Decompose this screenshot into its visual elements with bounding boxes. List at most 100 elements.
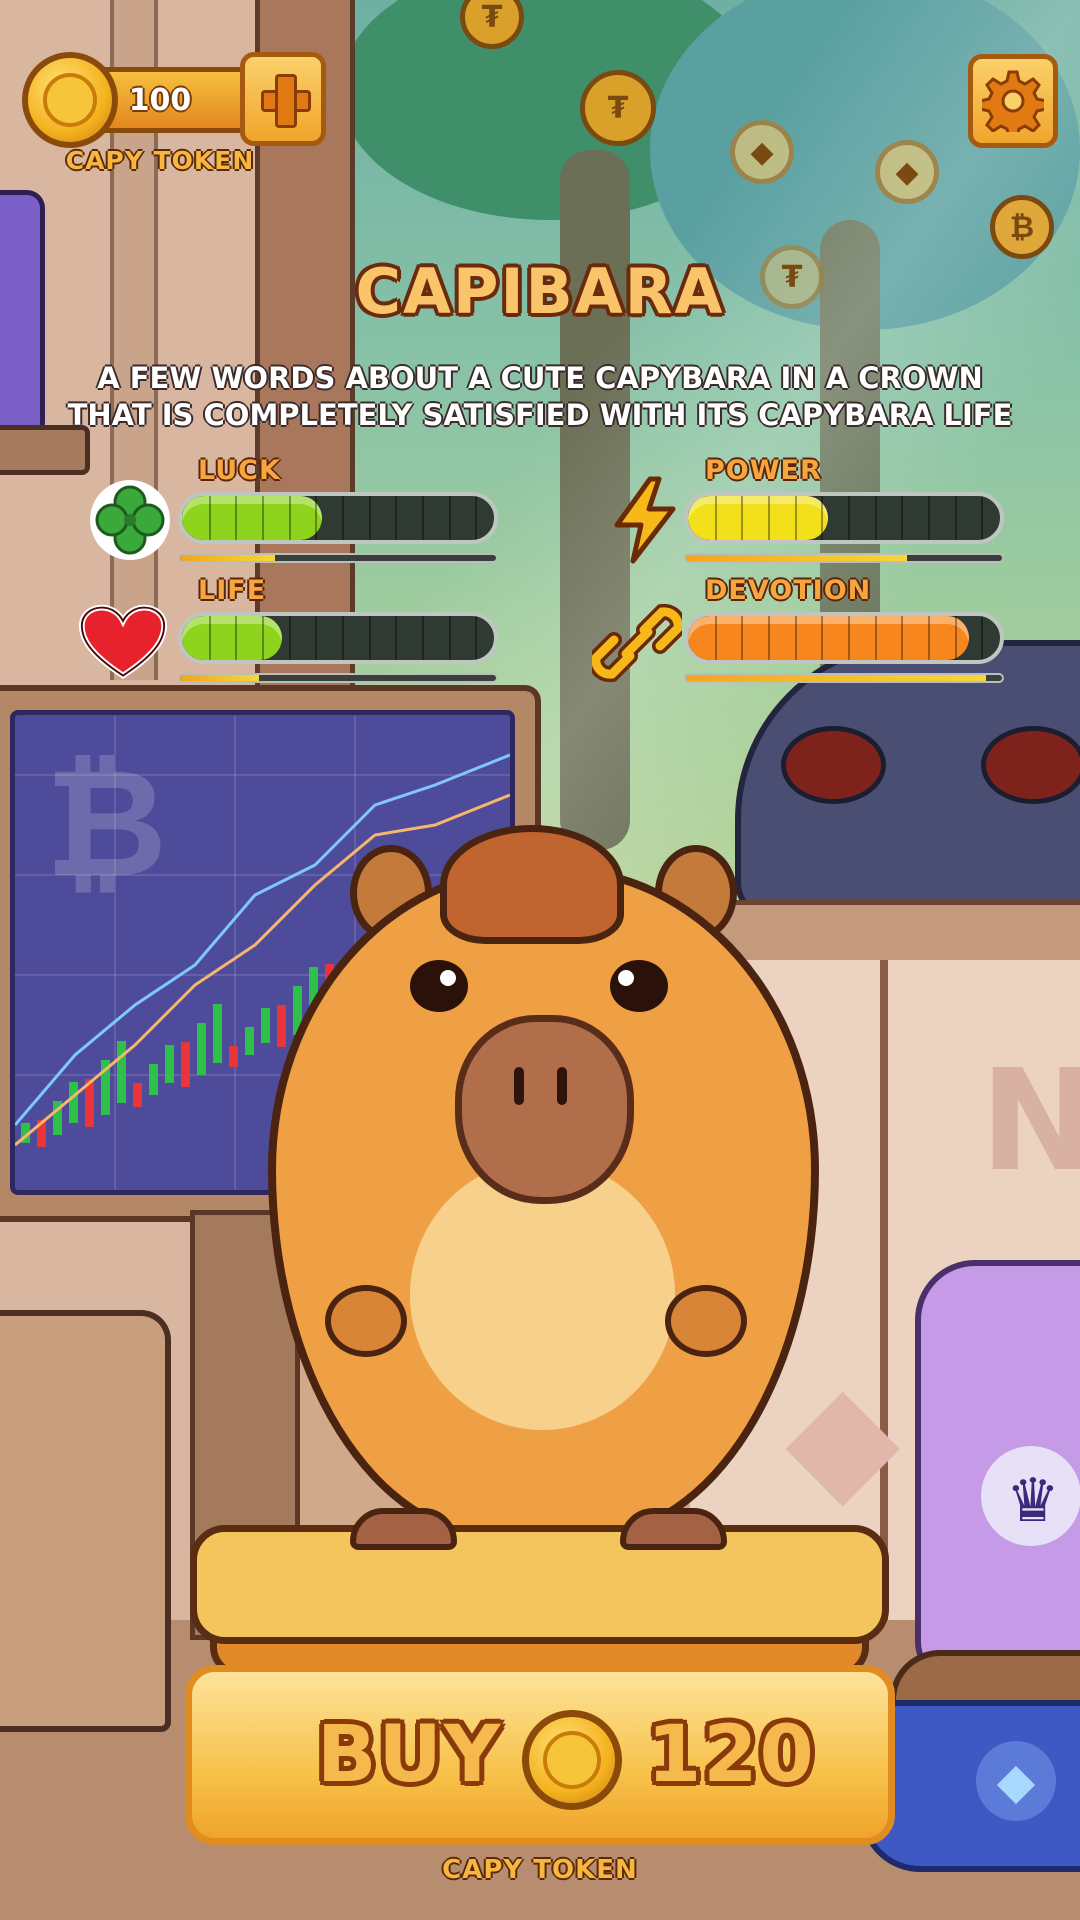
bar-segment	[928, 616, 930, 660]
capybara-foot	[350, 1508, 457, 1550]
candlestick	[69, 1082, 78, 1123]
capybara-eye	[610, 960, 668, 1012]
bar-segment	[901, 616, 904, 660]
bar-segment	[714, 496, 717, 540]
life-bar	[178, 612, 498, 664]
capybara-snout	[455, 1015, 634, 1204]
candlestick	[245, 1027, 254, 1055]
candlestick	[165, 1045, 174, 1083]
life-sub-bar	[178, 673, 498, 683]
heart-icon	[78, 598, 168, 688]
luck-sub-bar	[178, 553, 498, 563]
bar-segment	[768, 496, 770, 540]
bar-segment	[741, 496, 744, 540]
buy-button[interactable]: BUY 120	[185, 1665, 895, 1845]
settings-button[interactable]	[968, 54, 1058, 148]
bar-segment	[315, 616, 318, 660]
bar-segment	[475, 616, 478, 660]
bar-segment	[395, 616, 398, 660]
bar-segment	[208, 616, 211, 660]
near-logo-icon: N	[980, 1040, 1080, 1203]
bar-segment	[235, 496, 238, 540]
bar-segment	[794, 616, 797, 660]
pedestal-top	[190, 1525, 889, 1644]
add-tokens-button[interactable]	[240, 52, 326, 146]
devotion-bar-fill	[688, 616, 969, 660]
bar-segment	[714, 616, 717, 660]
power-sub-fill	[686, 555, 908, 561]
bar-segment	[315, 496, 318, 540]
candlestick	[117, 1041, 126, 1103]
bar-segment	[768, 616, 770, 660]
bar-segment	[848, 496, 850, 540]
bar-segment	[288, 616, 291, 660]
bar-segment	[848, 616, 850, 660]
bar-segment	[874, 496, 877, 540]
buy-price: 120	[647, 1710, 816, 1800]
plus-icon-stem	[275, 74, 297, 128]
candlestick	[229, 1046, 238, 1067]
power-bar-fill	[688, 496, 829, 540]
paper-bag	[0, 1310, 171, 1732]
bar-segment	[821, 496, 824, 540]
buy-label: BUY	[317, 1710, 503, 1800]
bar-segment	[342, 496, 344, 540]
capybara-foot	[620, 1508, 727, 1550]
bar-segment	[368, 616, 371, 660]
bar-segment	[262, 496, 264, 540]
bar-segment	[821, 616, 824, 660]
monster-eye	[781, 726, 886, 804]
bar-segment	[448, 496, 451, 540]
bar-segment	[901, 496, 904, 540]
bar-segment	[981, 496, 984, 540]
clover-icon	[85, 475, 175, 565]
bar-segment	[954, 496, 957, 540]
ethereum-coin-icon: ◆	[875, 140, 939, 204]
bar-segment	[981, 616, 984, 660]
bar-segment	[874, 616, 877, 660]
luck-bar	[178, 492, 498, 544]
bitcoin-coin-icon: ₿	[990, 195, 1054, 259]
bar-segment	[448, 616, 451, 660]
candlestick	[213, 1004, 222, 1063]
bar-segment	[794, 496, 797, 540]
bar-segment	[422, 496, 424, 540]
bar-segment	[342, 616, 344, 660]
ethereum-coin-icon: ◆	[730, 120, 794, 184]
bar-segment	[741, 616, 744, 660]
life-sub-fill	[180, 675, 259, 681]
luck-sub-fill	[180, 555, 275, 561]
pet-name-title: CAPIBARA	[355, 255, 725, 328]
bar-segment	[928, 496, 930, 540]
bar-segment	[262, 616, 264, 660]
capybara-paw	[325, 1285, 407, 1357]
luck-bar-fill	[182, 496, 323, 540]
capy-token-coin-icon	[522, 1710, 622, 1810]
candlestick	[133, 1083, 142, 1107]
life-bar-fill	[182, 616, 282, 660]
bar-segment	[422, 616, 424, 660]
ethereum-logo-icon: ◆	[785, 1350, 901, 1524]
ethereum-logo-icon: ◆	[976, 1741, 1056, 1821]
stat-label-luck: LUCK	[198, 455, 281, 486]
bar-segment	[368, 496, 371, 540]
devotion-sub-bar	[684, 673, 1004, 683]
token-label: CAPY TOKEN	[65, 146, 255, 175]
bar-segment	[395, 496, 398, 540]
monster-eye	[981, 726, 1080, 804]
crown-icon: ♛	[1006, 1466, 1060, 1536]
svg-text:₿: ₿	[45, 737, 167, 911]
power-sub-bar	[684, 553, 1004, 563]
stat-label-life: LIFE	[198, 575, 267, 606]
candlestick	[149, 1064, 158, 1095]
stat-label-power: POWER	[705, 455, 822, 486]
buy-currency-label: CAPY TOKEN	[442, 1855, 638, 1885]
capybara-eye	[410, 960, 468, 1012]
gear-icon	[982, 70, 1044, 132]
bar-segment	[475, 496, 478, 540]
devotion-sub-fill	[686, 675, 987, 681]
capybara-paw	[665, 1285, 747, 1357]
candlestick	[277, 1005, 286, 1047]
pet-description: A FEW WORDS ABOUT A CUTE CAPYBARA IN A C…	[67, 361, 1013, 432]
bar-segment	[235, 616, 238, 660]
